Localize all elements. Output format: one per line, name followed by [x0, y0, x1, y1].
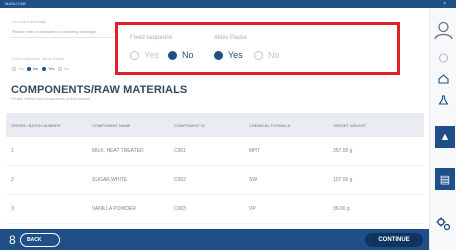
cell-chemical-formula: MHT	[249, 148, 260, 154]
radio-on-icon	[214, 50, 223, 60]
home-icon[interactable]	[430, 74, 456, 84]
table-row[interactable]: 2 SUGAR,WHITE C002 SW 107.00 g	[6, 166, 424, 195]
allow-pause-label: Allow Pause	[214, 35, 248, 41]
continue-button[interactable]: CONTINUE	[365, 233, 423, 247]
header-component-id: COMPONENT ID	[174, 122, 206, 128]
title-bar: MANU-FAB ×	[0, 0, 456, 8]
cell-component-id: C003	[174, 206, 186, 212]
radio-off-icon	[130, 50, 139, 60]
message-input[interactable]: Please enter a comment or a warning mess…	[12, 29, 96, 34]
allow-pause-no-radio[interactable]: No	[254, 50, 280, 60]
bg-pause-yes-option[interactable]: Yes	[42, 66, 55, 71]
close-icon[interactable]: ×	[443, 0, 446, 8]
radio-off-icon	[58, 66, 62, 71]
badge-icon[interactable]	[430, 52, 456, 64]
document-icon[interactable]: ▤	[435, 168, 455, 190]
user-icon[interactable]	[430, 20, 456, 40]
header-chemical-formula: CHEMICAL FORMULA	[249, 122, 291, 128]
header-order: ORDER / BATCH NUMBER	[11, 122, 61, 128]
cell-component-name: VANILLA POWDER	[92, 206, 136, 212]
fixed-sequence-yes-radio[interactable]: Yes	[130, 50, 159, 60]
bg-allow-pause-label: Allow Pause	[42, 56, 65, 61]
scale-icon[interactable]: ▲	[435, 126, 455, 148]
radio-on-icon	[42, 66, 46, 71]
fixed-sequence-no-radio[interactable]: No	[168, 50, 194, 60]
section-subtitle: Please define the components in this sec…	[11, 96, 91, 101]
right-sidebar: ▲ ▤	[429, 8, 456, 250]
radio-on-icon	[168, 50, 177, 60]
message-label: On-board message	[12, 19, 47, 24]
cell-order: 2	[11, 177, 14, 183]
cell-chemical-formula: SW	[249, 177, 258, 183]
cell-component-id: C002	[174, 177, 186, 183]
radio-off-icon	[254, 50, 263, 60]
radio-off-icon	[12, 66, 16, 71]
bg-fixed-yes-option[interactable]: Yes	[12, 66, 25, 71]
cell-order: 1	[11, 148, 14, 154]
footer-bar: 8 BACK CONTINUE	[0, 229, 429, 250]
radio-on-icon	[27, 66, 31, 71]
table-row[interactable]: 1 MILK, HEAT TREATED C001 MHT 357.00 g	[6, 137, 424, 166]
settings-icon[interactable]	[430, 216, 456, 232]
cell-component-id: C001	[174, 148, 186, 154]
cell-target-weight: 36.00 g	[333, 206, 350, 212]
back-button[interactable]: BACK	[20, 233, 60, 247]
table-header: ORDER / BATCH NUMBER COMPONENT NAME COMP…	[6, 113, 424, 137]
options-popup: Fixed sequence Allow Pause Yes No Yes No	[115, 22, 400, 75]
cell-order: 3	[11, 206, 14, 212]
window-title: MANU-FAB	[5, 1, 26, 6]
fixed-sequence-label: Fixed sequence	[130, 35, 173, 41]
table-row[interactable]: 3 VANILLA POWDER C003 VP 36.00 g	[6, 195, 424, 224]
components-table: ORDER / BATCH NUMBER COMPONENT NAME COMP…	[6, 113, 424, 224]
cell-chemical-formula: VP	[249, 206, 256, 212]
cell-target-weight: 107.00 g	[333, 177, 353, 183]
cell-target-weight: 357.00 g	[333, 148, 353, 154]
bg-fixed-no-option[interactable]: No	[27, 66, 38, 71]
header-component-name: COMPONENT NAME	[92, 122, 131, 128]
cell-component-name: SUGAR,WHITE	[92, 177, 128, 183]
message-underline	[10, 37, 120, 38]
allow-pause-yes-radio[interactable]: Yes	[214, 50, 243, 60]
header-target-weight: TARGET WEIGHT	[333, 122, 366, 128]
bg-fixed-sequence-label: Fixed sequence	[12, 56, 41, 61]
cell-component-name: MILK, HEAT TREATED	[92, 148, 144, 154]
step-number: 8	[9, 233, 16, 247]
section-title: COMPONENTS/RAW MATERIALS	[11, 84, 188, 96]
bg-pause-no-option[interactable]: No	[58, 66, 69, 71]
flask-icon[interactable]	[430, 95, 456, 105]
